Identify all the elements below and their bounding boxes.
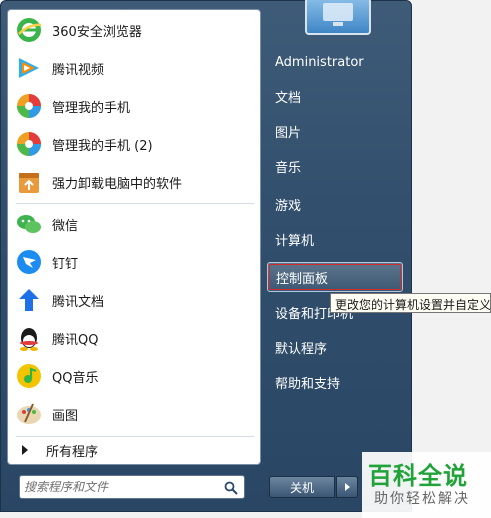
app-label: 腾讯文档 <box>52 294 105 310</box>
tencent-docs-icon <box>12 283 46 317</box>
wechat-icon <box>12 207 46 241</box>
uninstaller-icon <box>12 165 46 199</box>
app-item-tencent-video[interactable]: 腾讯视频 <box>12 50 256 86</box>
right-item-documents[interactable]: 文档 <box>267 81 403 111</box>
separator <box>16 203 254 204</box>
app-label: 腾讯QQ <box>52 332 99 348</box>
qq-icon <box>12 321 46 355</box>
app-label: QQ音乐 <box>52 370 99 386</box>
dingtalk-icon <box>12 245 46 279</box>
app-item-uninstaller[interactable]: 强力卸载电脑中的软件 <box>12 164 256 200</box>
right-item-default-programs[interactable]: 默认程序 <box>267 332 403 362</box>
phone-manager-icon <box>12 127 46 161</box>
app-label: 360安全浏览器 <box>52 24 142 40</box>
right-item-music[interactable]: 音乐 <box>267 151 403 181</box>
app-item-phone-manager[interactable]: 管理我的手机 <box>12 88 256 124</box>
all-programs-label: 所有程序 <box>46 444 99 460</box>
search-input[interactable] <box>24 478 210 496</box>
separator <box>16 436 254 437</box>
shutdown-options-button[interactable] <box>336 476 358 498</box>
shutdown-label: 关机 <box>289 480 314 495</box>
app-item-paint[interactable]: 画图 <box>12 396 256 432</box>
user-avatar[interactable] <box>305 0 371 35</box>
app-label: 微信 <box>52 218 79 234</box>
tencent-video-icon <box>12 51 46 85</box>
app-label: 画图 <box>52 408 79 424</box>
app-item-qq[interactable]: 腾讯QQ <box>12 320 256 356</box>
qq-music-icon <box>12 359 46 393</box>
right-item-label: Administrator <box>275 54 364 70</box>
app-label: 钉钉 <box>52 256 79 272</box>
chevron-right-icon <box>344 483 350 491</box>
360-browser-icon <box>12 13 46 47</box>
app-item-360-browser[interactable]: 360安全浏览器 <box>12 12 256 48</box>
watermark-title: 百科全说 <box>368 462 468 490</box>
app-label: 强力卸载电脑中的软件 <box>52 176 183 192</box>
right-item-pictures[interactable]: 图片 <box>267 116 403 146</box>
right-item-help-support[interactable]: 帮助和支持 <box>267 367 403 397</box>
paint-icon <box>12 397 46 431</box>
right-item-control-panel[interactable]: 控制面板 <box>267 262 403 292</box>
right-item-label: 计算机 <box>275 233 315 249</box>
watermark-subtitle: 助你轻松解决 <box>374 491 470 507</box>
app-label: 管理我的手机 <box>52 100 131 116</box>
search-box[interactable] <box>19 475 245 499</box>
watermark: 百科全说 助你轻松解决 <box>362 452 491 518</box>
app-label: 管理我的手机 (2) <box>52 138 153 154</box>
right-item-label: 控制面板 <box>276 271 329 287</box>
right-item-label: 游戏 <box>275 198 302 214</box>
right-item-label: 图片 <box>275 125 302 141</box>
app-item-qq-music[interactable]: QQ音乐 <box>12 358 256 394</box>
right-item-label: 音乐 <box>275 160 302 176</box>
right-item-games[interactable]: 游戏 <box>267 189 403 219</box>
app-item-tencent-docs[interactable]: 腾讯文档 <box>12 282 256 318</box>
search-icon[interactable] <box>224 480 238 495</box>
right-item-label: 文档 <box>275 90 302 106</box>
phone-manager-icon <box>12 89 46 123</box>
control-panel-tooltip: 更改您的计算机设置并自定义 <box>330 293 491 313</box>
shutdown-button[interactable]: 关机 <box>269 476 335 498</box>
app-item-phone-manager-2[interactable]: 管理我的手机 (2) <box>12 126 256 162</box>
all-programs-button[interactable]: 所有程序 <box>12 438 256 462</box>
start-menu: 360安全浏览器 腾讯视频 管理我的手机 管理我的手机 (2) 强力卸载电脑中的 <box>0 0 412 512</box>
app-label: 腾讯视频 <box>52 62 105 78</box>
app-item-dingtalk[interactable]: 钉钉 <box>12 244 256 280</box>
right-item-computer[interactable]: 计算机 <box>267 224 403 254</box>
app-item-wechat[interactable]: 微信 <box>12 206 256 242</box>
right-item-administrator[interactable]: Administrator <box>267 47 403 77</box>
right-item-label: 默认程序 <box>275 341 328 357</box>
programs-pane: 360安全浏览器 腾讯视频 管理我的手机 管理我的手机 (2) 强力卸载电脑中的 <box>7 9 261 465</box>
right-item-label: 帮助和支持 <box>275 376 341 392</box>
triangle-right-icon <box>22 445 28 455</box>
